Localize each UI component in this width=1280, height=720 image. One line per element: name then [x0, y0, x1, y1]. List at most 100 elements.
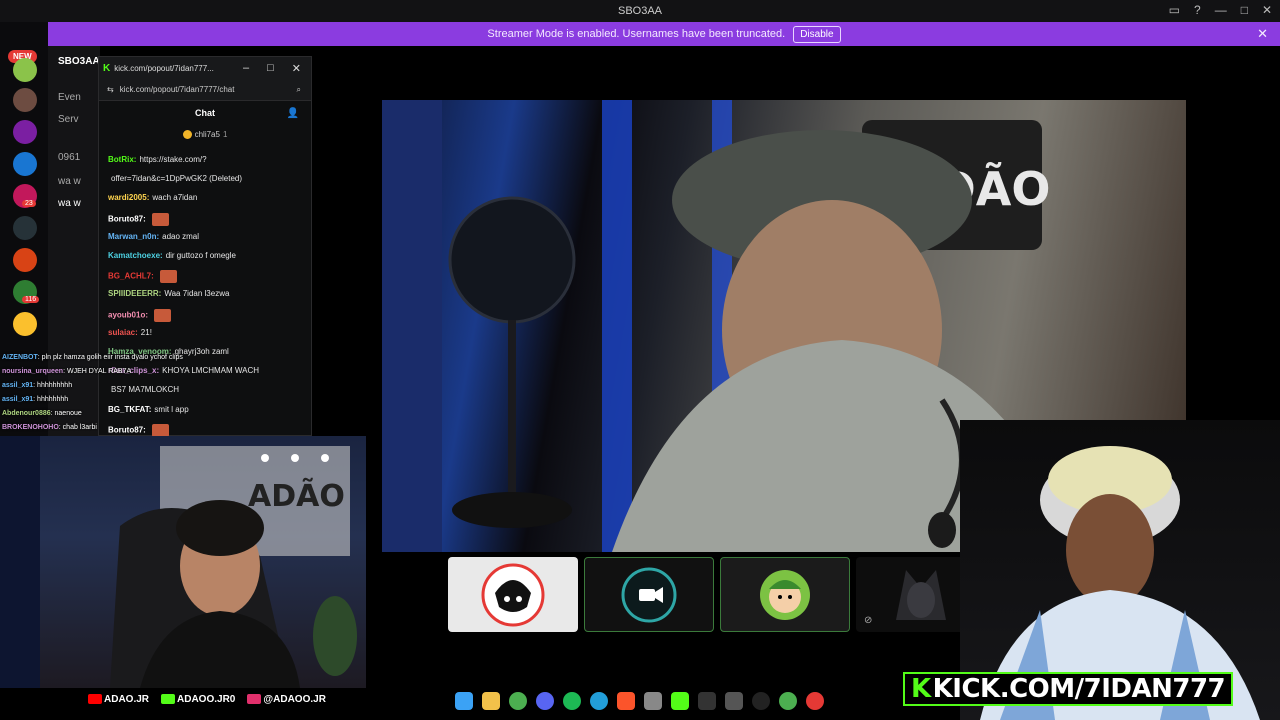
obs-icon[interactable] — [752, 692, 770, 710]
spotify-icon[interactable] — [563, 692, 581, 710]
kick-app-icon[interactable] — [671, 692, 689, 710]
popout-tab-title: kick.com/popout/7idan777... — [114, 63, 214, 73]
minimize-button[interactable]: – — [243, 62, 249, 75]
social-youtube: ADAO.JR — [88, 694, 149, 705]
windows-start-icon[interactable] — [455, 692, 473, 710]
telegram-icon[interactable] — [590, 692, 608, 710]
chat-username[interactable]: BG_ACHL7: — [108, 272, 154, 281]
chat-username[interactable]: Marwan_n0n: — [108, 232, 159, 241]
overlay-text: : hhhhhhhh — [33, 396, 69, 403]
chat-message: SPIIIDEEERR: Waa 7idan l3ezwa — [108, 289, 229, 298]
chat-username[interactable]: ayoub01o: — [108, 310, 148, 319]
muted-icon: ⊘ — [864, 615, 873, 626]
server-icon[interactable] — [13, 248, 37, 272]
chrome-icon[interactable] — [509, 692, 527, 710]
maximize-button[interactable]: □ — [267, 62, 274, 75]
server-icon[interactable] — [13, 120, 37, 144]
taskbar — [455, 692, 824, 710]
chat-text: Waa 7idan l3ezwa — [164, 289, 230, 299]
chat-message: ayoub01o: — [108, 308, 172, 322]
server-icon[interactable] — [13, 88, 37, 112]
close-button[interactable]: ✕ — [1262, 3, 1272, 17]
file-explorer-icon[interactable] — [482, 692, 500, 710]
participant-tile[interactable] — [720, 557, 850, 632]
pinned-gifter[interactable]: chli7a5 1 — [99, 125, 311, 143]
users-icon[interactable]: 👤 — [287, 108, 299, 119]
participant-tile[interactable] — [584, 557, 714, 632]
kick-icon: K — [103, 62, 111, 74]
terminal-icon[interactable] — [698, 692, 716, 710]
chat-username[interactable]: BotRix: — [108, 155, 136, 164]
chat-message: Marwan_n0n: adao zmal — [108, 232, 199, 241]
chat-username[interactable]: sulaiac: — [108, 328, 138, 337]
server-icon[interactable] — [13, 58, 37, 82]
chat-text: BS7 MA7MLOKCH — [111, 385, 180, 395]
chat-message: BG_ACHL7: — [108, 270, 177, 284]
channel-item[interactable]: 0961 — [58, 152, 80, 163]
channel-item[interactable]: Even — [58, 92, 81, 103]
channel-item[interactable]: Serv — [58, 114, 79, 125]
minimize-button[interactable]: — — [1215, 3, 1227, 17]
chat-text: smit l app — [154, 404, 189, 414]
notification-badge: 116 — [22, 296, 40, 303]
inbox-icon[interactable]: ▭ — [1169, 3, 1180, 17]
emote-icon — [151, 212, 169, 226]
kick-url-overlay: K KICK.COM/7IDAN777 — [903, 672, 1234, 706]
svg-text:ADÃO: ADÃO — [248, 477, 345, 514]
chat-username[interactable]: SPIIIDEEERR: — [108, 289, 161, 298]
help-icon[interactable]: ? — [1194, 3, 1201, 17]
emote-icon — [159, 270, 177, 284]
kick-url-text: KICK.COM/7IDAN777 — [932, 674, 1226, 704]
chat-username[interactable]: Boruto87: — [108, 425, 146, 434]
discord-icon[interactable] — [536, 692, 554, 710]
social-handles: ADAO.JR ADAOO.JR0 @ADAOO.JR — [88, 694, 326, 705]
left-webcam-feed: ADÃO — [0, 436, 366, 688]
overlay-username: BROKENOHOHO — [2, 424, 59, 431]
close-icon[interactable]: ✕ — [1257, 26, 1268, 42]
overlay-text: : WJEH DYAL RAB7A — [63, 368, 132, 375]
chat-message: sulaiac: 21! — [108, 328, 152, 337]
chat-message: Boruto87: — [108, 212, 169, 226]
server-icon[interactable] — [13, 152, 37, 176]
pinned-count: 1 — [222, 129, 228, 139]
brave-icon[interactable] — [617, 692, 635, 710]
maximize-button[interactable]: □ — [1241, 3, 1248, 17]
emote-icon — [151, 423, 169, 437]
search-icon[interactable]: ⌕ — [297, 85, 311, 95]
overlay-username: assil_x91 — [2, 396, 34, 403]
address-bar[interactable]: ⇆ kick.com/popout/7idan7777/chat ⌕ — [99, 79, 311, 101]
chat-text: 21! — [140, 327, 152, 337]
settings-icon[interactable] — [644, 692, 662, 710]
channel-item[interactable]: wa w — [58, 176, 81, 187]
channel-sidebar: SBO3AA Even Serv 0961 wa w wa w — [48, 46, 100, 436]
participant-tile[interactable] — [448, 557, 578, 632]
server-icon[interactable] — [13, 312, 37, 336]
overlay-text: : pln plz hamza golih eiir insta dyalo y… — [37, 354, 183, 361]
server-icon[interactable] — [13, 216, 37, 240]
overlay-chat-line: Abdenour0886: naenoue — [2, 410, 82, 417]
overlay-chat-line: assil_x91: hhhhhhhhh — [2, 382, 72, 389]
kick-logo-icon: K — [911, 674, 931, 704]
chat-username[interactable]: Kamatchoexe: — [108, 251, 163, 260]
overlay-text: : chab l3arbi — [58, 424, 97, 431]
participant-tiles: ⊘ — [448, 557, 986, 632]
overlay-text: : naenoue — [50, 410, 82, 417]
chat-message: offer=7idan&c=1DpPwGK2 (Deleted) — [108, 174, 242, 183]
channel-item[interactable]: wa w — [58, 198, 81, 209]
window-titlebar: SBO3AA ▭ ? — □ ✕ — [0, 0, 1280, 22]
close-button[interactable]: ✕ — [292, 62, 301, 75]
social-label: ADAO.JR — [104, 694, 150, 705]
overlay-chat-line: AIZENBOT: pln plz hamza golih eiir insta… — [2, 354, 183, 361]
chat-username[interactable]: BG_TKFAT: — [108, 405, 151, 414]
overlay-username: Abdenour0886 — [2, 410, 51, 417]
chrome-icon[interactable] — [806, 692, 824, 710]
chat-username[interactable]: wardi2005: — [108, 193, 149, 202]
site-settings-icon[interactable]: ⇆ — [107, 85, 114, 94]
chrome-icon[interactable] — [779, 692, 797, 710]
overlay-username: AIZENBOT — [2, 354, 38, 361]
disable-button[interactable]: Disable — [793, 25, 841, 43]
app-icon[interactable] — [725, 692, 743, 710]
chat-username[interactable]: Boruto87: — [108, 214, 146, 223]
overlay-username: assil_x91 — [2, 382, 34, 389]
chat-text: wach a7idan — [152, 193, 198, 203]
